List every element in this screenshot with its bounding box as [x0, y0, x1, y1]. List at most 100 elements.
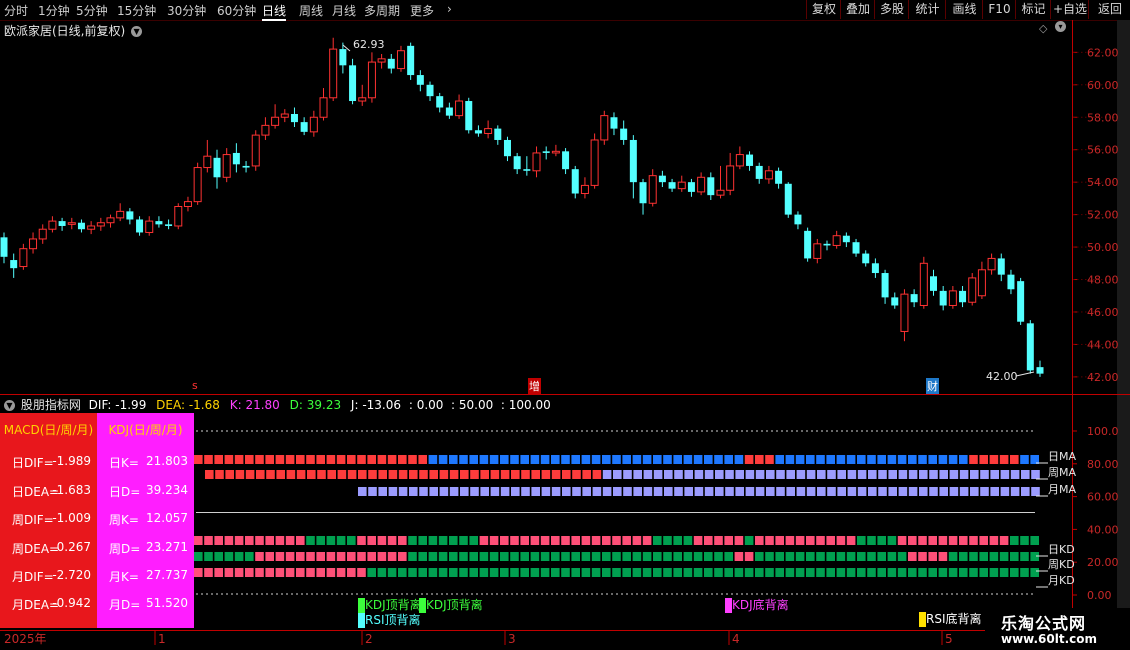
macd-weekly-block	[368, 470, 377, 479]
settings-circle-icon[interactable]: ▾	[1055, 21, 1066, 32]
candle-body-down	[136, 219, 144, 233]
macd-weekly-block	[919, 470, 928, 479]
candle-body-down	[881, 273, 889, 298]
kdj-daily-block	[785, 536, 795, 545]
macd-monthly-block	[806, 487, 816, 496]
macd-daily-block	[1010, 455, 1019, 464]
signal-kdj-bottom-text: KDJ底背离	[732, 598, 789, 612]
price-tick-label: 58.00	[1087, 111, 1119, 124]
kdj-weekly-block	[744, 552, 754, 561]
kdj-row-value: 27.737	[146, 568, 188, 582]
macd-monthly-block	[735, 487, 744, 496]
candle-body-down	[910, 294, 918, 303]
macd-monthly-block	[521, 487, 530, 496]
macd-monthly-block	[949, 487, 959, 496]
macd-monthly-block	[541, 487, 551, 496]
kdj-row-key: 月D=	[109, 598, 141, 612]
kdj-daily-block	[438, 536, 448, 545]
macd-monthly-block	[480, 487, 489, 496]
chart-title[interactable]: 欧派家居(日线,前复权) ▼	[4, 22, 143, 39]
macd-weekly-block	[868, 470, 877, 479]
kdj-row-label: 月KD	[1048, 574, 1075, 587]
macd-monthly-block	[847, 487, 857, 496]
candle-body-down	[426, 84, 434, 97]
kdj-daily-block	[581, 536, 591, 545]
kdj-monthly-block	[540, 568, 550, 577]
kdj-monthly-block	[449, 568, 458, 577]
macd-daily-block	[938, 455, 948, 464]
macd-header: MACD(日/周/月)	[3, 423, 94, 437]
kdj-monthly-block	[948, 568, 958, 577]
chevron-down-icon[interactable]: ▼	[4, 400, 15, 411]
kdj-monthly-block	[265, 568, 274, 577]
macd-monthly-block	[531, 487, 540, 496]
macd-weekly-block	[572, 470, 581, 479]
kdj-monthly-block	[479, 568, 489, 577]
kdj-weekly-block	[571, 552, 580, 561]
kdj-daily-block	[479, 536, 489, 545]
macd-weekly-block	[480, 470, 489, 479]
kdj-monthly-block	[999, 568, 1009, 577]
macd-daily-block	[551, 455, 560, 464]
ind-tick-label: 20.00	[1087, 556, 1119, 569]
chevron-down-icon[interactable]: ▼	[131, 26, 143, 37]
kdj-daily-block	[704, 536, 713, 545]
macd-weekly-block	[796, 470, 806, 479]
macd-monthly-block	[786, 487, 795, 496]
kdj-weekly-block	[785, 552, 795, 561]
macd-daily-block	[744, 455, 754, 464]
kdj-weekly-block	[846, 552, 856, 561]
marker-s[interactable]: s	[192, 379, 198, 392]
kdj-monthly-block	[795, 568, 805, 577]
kdj-daily-block	[857, 536, 866, 545]
kdj-weekly-block	[734, 552, 744, 561]
kdj-daily-block	[408, 536, 417, 545]
macd-daily-block	[500, 455, 509, 464]
candle-body-up	[19, 248, 28, 268]
macd-row-key: 日DIF=	[12, 456, 54, 470]
candle-body-down	[126, 211, 134, 220]
macd-daily-block	[510, 455, 519, 464]
kdj-weekly-block	[642, 552, 652, 561]
kdj-row-key: 日D=	[109, 485, 141, 499]
candle-body-up	[735, 154, 744, 167]
candle-body-down	[416, 75, 424, 85]
macd-row-key: 月DIF=	[12, 570, 54, 584]
candle-body-down	[503, 139, 511, 157]
candle-body-down	[658, 175, 666, 183]
macd-monthly-block	[409, 487, 418, 496]
kdj-monthly-block	[306, 568, 315, 577]
kdj-weekly-block	[540, 552, 550, 561]
kdj-daily-block	[1020, 536, 1029, 545]
kdj-monthly-block	[836, 568, 846, 577]
macd-daily-block	[765, 455, 774, 464]
kdj-weekly-block	[816, 552, 825, 561]
candle-body-down	[10, 260, 18, 269]
kdj-info-column: KDJ(日/周/月) 日K= 21.803 日D= 39.234 周K= 12.057 周D…	[97, 413, 194, 628]
kdj-monthly-block	[897, 568, 907, 577]
macd-daily-block	[693, 455, 703, 464]
candle-body-down	[242, 165, 250, 168]
macd-daily-block	[489, 455, 499, 464]
macd-weekly-block	[521, 470, 530, 479]
candle-body-down	[823, 243, 831, 246]
diamond-icon[interactable]: ◇	[1039, 22, 1047, 35]
macd-row-value: -1.683	[52, 483, 91, 497]
kdj-daily-block	[510, 536, 519, 545]
macd-weekly-block	[704, 470, 714, 479]
indicator-name[interactable]: 股朋指标网	[21, 398, 81, 412]
marker-zeng[interactable]: 增	[528, 378, 541, 394]
kdj-weekly-block	[724, 552, 733, 561]
marker-cai[interactable]: 财	[926, 378, 939, 394]
macd-row-label: 月MA	[1048, 483, 1076, 496]
kdj-daily-block	[234, 536, 244, 545]
candle-body-down	[58, 221, 66, 226]
kdj-daily-block	[816, 536, 825, 545]
kdj-weekly-block	[285, 552, 295, 561]
candle-body-up	[271, 116, 280, 126]
macd-monthly-block	[857, 487, 867, 496]
kdj-weekly-block	[214, 552, 223, 561]
logo-title: 乐淘公式网	[1001, 614, 1087, 633]
candle-body-up	[948, 290, 957, 306]
kdj-daily-block	[612, 536, 621, 545]
